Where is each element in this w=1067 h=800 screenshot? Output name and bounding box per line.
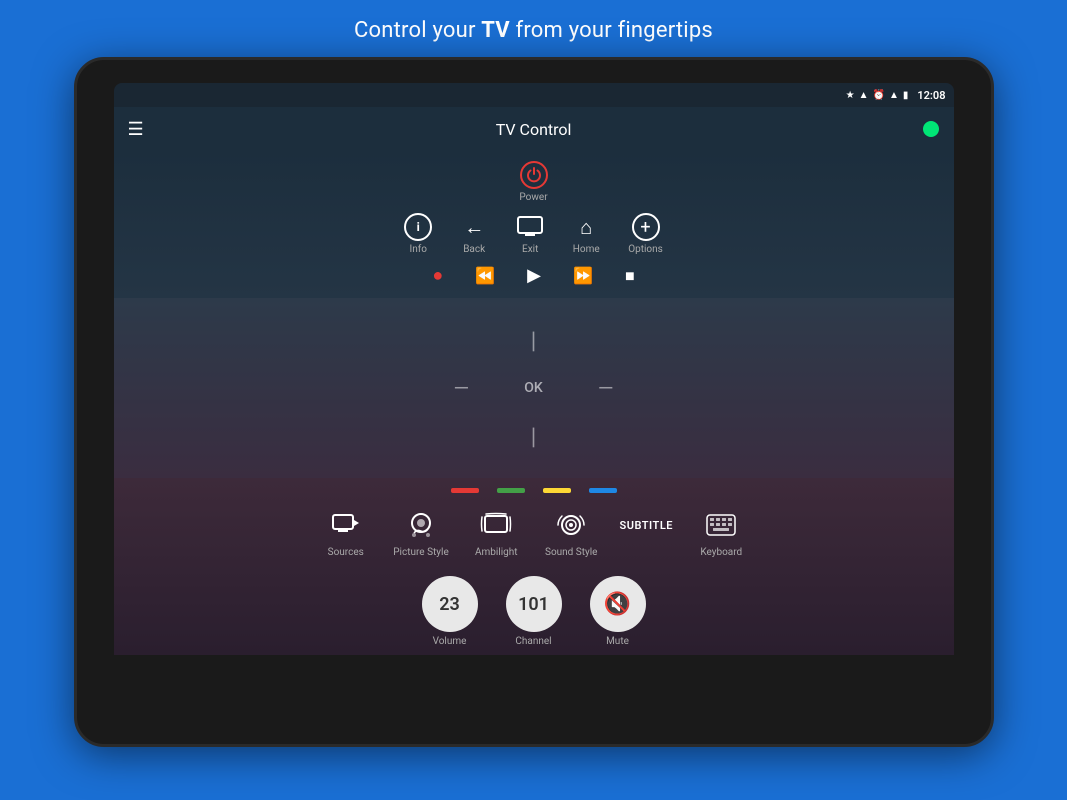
mute-label: Mute <box>606 636 629 647</box>
top-bar: ☰ TV Control <box>114 107 954 151</box>
sources-button[interactable]: Sources <box>318 507 373 558</box>
dpad-up-button[interactable]: ∣ <box>529 328 539 352</box>
home-label: Home <box>573 244 600 255</box>
menu-icon[interactable]: ☰ <box>128 119 144 140</box>
keyboard-svg <box>706 514 736 536</box>
bottom-section: Sources Picture Style <box>114 478 954 655</box>
channel-circle: 101 <box>506 576 562 632</box>
blue-button[interactable] <box>589 488 617 493</box>
exit-button[interactable]: Exit <box>516 213 544 255</box>
picture-style-button[interactable]: Picture Style <box>393 507 449 558</box>
signal-icon: ▲ <box>889 90 899 101</box>
sound-style-label: Sound Style <box>545 547 597 558</box>
play-button[interactable]: ▶ <box>527 265 541 286</box>
volume-button[interactable]: 23 Volume <box>422 576 478 647</box>
dpad: ∣ — OK — ∣ <box>454 328 614 448</box>
status-icons: ★ ▲ ⏰ ▲ ▮ <box>846 90 909 101</box>
channel-value: 101 <box>518 594 549 615</box>
info-button[interactable]: i Info <box>404 213 432 255</box>
ambilight-button[interactable]: Ambilight <box>469 507 524 558</box>
options-button[interactable]: + Options <box>628 213 663 255</box>
back-icon: ← <box>460 213 488 241</box>
volume-label: Volume <box>433 636 467 647</box>
yellow-button[interactable] <box>543 488 571 493</box>
connection-dot <box>923 121 939 137</box>
mute-button[interactable]: 🔇 Mute <box>590 576 646 647</box>
power-button[interactable]: Power <box>519 161 547 203</box>
keyboard-label: Keyboard <box>700 547 742 558</box>
tablet-frame: PHILIPS ★ ▲ ⏰ ▲ ▮ 12:08 ☰ TV Control <box>74 57 994 747</box>
picture-style-icon <box>403 507 439 543</box>
exit-icon <box>516 213 544 241</box>
subtitle-button[interactable]: SUBTITLE <box>619 507 674 558</box>
dpad-right-button[interactable]: — <box>598 376 614 400</box>
dpad-left-button[interactable]: — <box>454 376 470 400</box>
bluetooth-icon: ★ <box>846 90 855 101</box>
mute-icon: 🔇 <box>604 592 631 617</box>
alarm-icon: ⏰ <box>872 90 884 101</box>
back-button[interactable]: ← Back <box>460 213 488 255</box>
battery-icon: ▮ <box>903 90 909 101</box>
keyboard-icon <box>703 507 739 543</box>
rewind-button[interactable]: ⏪ <box>475 266 495 285</box>
tablet-screen: ★ ▲ ⏰ ▲ ▮ 12:08 ☰ TV Control <box>114 83 954 721</box>
options-icon: + <box>632 213 660 241</box>
picture-style-label: Picture Style <box>393 547 449 558</box>
mute-circle: 🔇 <box>590 576 646 632</box>
channel-label: Channel <box>515 636 551 647</box>
volume-circle: 23 <box>422 576 478 632</box>
status-bar: ★ ▲ ⏰ ▲ ▮ 12:08 <box>114 83 954 107</box>
media-row: ● ⏪ ▶ ⏩ ■ <box>114 265 954 286</box>
dpad-ok-button[interactable]: OK <box>524 380 543 396</box>
wifi-icon: ▲ <box>859 90 869 101</box>
home-button[interactable]: ⌂ Home <box>572 213 600 255</box>
sources-svg <box>332 514 360 536</box>
options-label: Options <box>628 244 663 255</box>
app-title: TV Control <box>496 120 572 139</box>
exit-label: Exit <box>522 244 538 255</box>
picture-style-svg <box>406 511 436 539</box>
color-buttons-row <box>114 488 954 493</box>
ambilight-icon <box>478 507 514 543</box>
home-icon: ⌂ <box>572 213 600 241</box>
keyboard-button[interactable]: Keyboard <box>694 507 749 558</box>
volume-value: 23 <box>439 594 460 615</box>
back-label: Back <box>463 244 485 255</box>
power-icon <box>520 161 548 189</box>
status-time: 12:08 <box>917 89 945 102</box>
subtitle-icon: SUBTITLE <box>628 507 664 543</box>
channel-button[interactable]: 101 Channel <box>506 576 562 647</box>
info-icon: i <box>404 213 432 241</box>
ambilight-svg <box>480 511 512 539</box>
dpad-section: ∣ — OK — ∣ <box>114 298 954 478</box>
stop-button[interactable]: ■ <box>625 266 635 286</box>
forward-button[interactable]: ⏩ <box>573 266 593 285</box>
power-svg <box>526 167 542 183</box>
record-button[interactable]: ● <box>432 265 443 286</box>
subtitle-text: SUBTITLE <box>620 519 673 532</box>
sound-style-svg <box>556 511 586 539</box>
sound-style-icon <box>553 507 589 543</box>
sources-label: Sources <box>328 547 364 558</box>
red-button[interactable] <box>451 488 479 493</box>
func-row: Sources Picture Style <box>114 507 954 558</box>
sound-style-button[interactable]: Sound Style <box>544 507 599 558</box>
info-label: Info <box>409 244 426 255</box>
dpad-down-button[interactable]: ∣ <box>529 424 539 448</box>
power-label: Power <box>519 192 547 203</box>
nav-row: i Info ← Back <box>114 213 954 255</box>
tv-svg <box>517 216 543 238</box>
power-row: Power <box>114 161 954 203</box>
page-headline: Control your TV from your fingertips <box>354 18 713 43</box>
ambilight-label: Ambilight <box>475 547 518 558</box>
sources-icon <box>328 507 364 543</box>
vmc-row: 23 Volume 101 Channel 🔇 Mute <box>114 576 954 647</box>
green-button[interactable] <box>497 488 525 493</box>
controls-section: Power i Info ← Back <box>114 151 954 298</box>
